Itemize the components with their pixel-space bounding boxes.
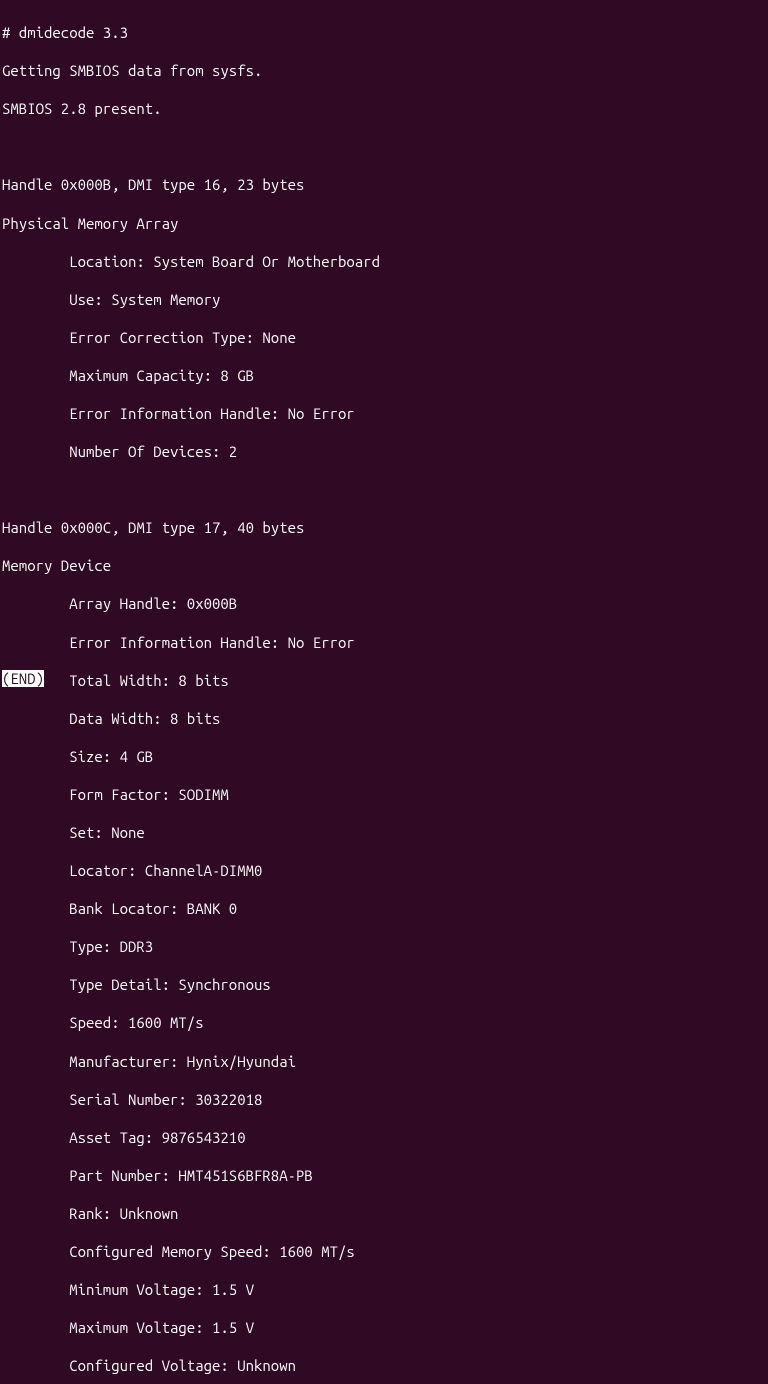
handle2-assettag: Asset Tag: 9876543210: [2, 1128, 766, 1147]
pager-end-marker[interactable]: (END): [2, 669, 44, 688]
handle2-manufacturer: Manufacturer: Hynix/Hyundai: [2, 1052, 766, 1071]
handle2-speed: Speed: 1600 MT/s: [2, 1013, 766, 1032]
handle2-title: Handle 0x000C, DMI type 17, 40 bytes: [2, 518, 766, 537]
handle1-subtitle: Physical Memory Array: [2, 214, 766, 233]
handle2-arrayhandle: Array Handle: 0x000B: [2, 594, 766, 613]
header-line-3: SMBIOS 2.8 present.: [2, 99, 766, 118]
header-line-2: Getting SMBIOS data from sysfs.: [2, 61, 766, 80]
handle2-type: Type: DDR3: [2, 937, 766, 956]
handle2-serial: Serial Number: 30322018: [2, 1090, 766, 1109]
handle2-formfactor: Form Factor: SODIMM: [2, 785, 766, 804]
handle2-size: Size: 4 GB: [2, 747, 766, 766]
handle1-use: Use: System Memory: [2, 290, 766, 309]
header-line-1: # dmidecode 3.3: [2, 23, 766, 42]
handle2-confspeed: Configured Memory Speed: 1600 MT/s: [2, 1242, 766, 1261]
handle2-rank: Rank: Unknown: [2, 1204, 766, 1223]
handle1-ecc: Error Correction Type: None: [2, 328, 766, 347]
handle2-errinfo: Error Information Handle: No Error: [2, 633, 766, 652]
handle2-datawidth: Data Width: 8 bits: [2, 709, 766, 728]
handle2-partnum: Part Number: HMT451S6BFR8A-PB: [2, 1166, 766, 1185]
handle2-banklocator: Bank Locator: BANK 0: [2, 899, 766, 918]
terminal-output: # dmidecode 3.3 Getting SMBIOS data from…: [2, 4, 766, 1384]
handle1-numdev: Number Of Devices: 2: [2, 442, 766, 461]
blank-line: [2, 480, 766, 499]
handle1-title: Handle 0x000B, DMI type 16, 23 bytes: [2, 175, 766, 194]
handle2-totalwidth: Total Width: 8 bits: [2, 671, 766, 690]
handle2-locator: Locator: ChannelA-DIMM0: [2, 861, 766, 880]
handle1-location: Location: System Board Or Motherboard: [2, 252, 766, 271]
handle1-maxcap: Maximum Capacity: 8 GB: [2, 366, 766, 385]
handle2-typedetail: Type Detail: Synchronous: [2, 975, 766, 994]
handle2-minvolt: Minimum Voltage: 1.5 V: [2, 1280, 766, 1299]
handle2-subtitle: Memory Device: [2, 556, 766, 575]
blank-line: [2, 137, 766, 156]
handle2-maxvolt: Maximum Voltage: 1.5 V: [2, 1318, 766, 1337]
handle2-set: Set: None: [2, 823, 766, 842]
handle2-confvolt: Configured Voltage: Unknown: [2, 1356, 766, 1375]
handle1-errinfo: Error Information Handle: No Error: [2, 404, 766, 423]
